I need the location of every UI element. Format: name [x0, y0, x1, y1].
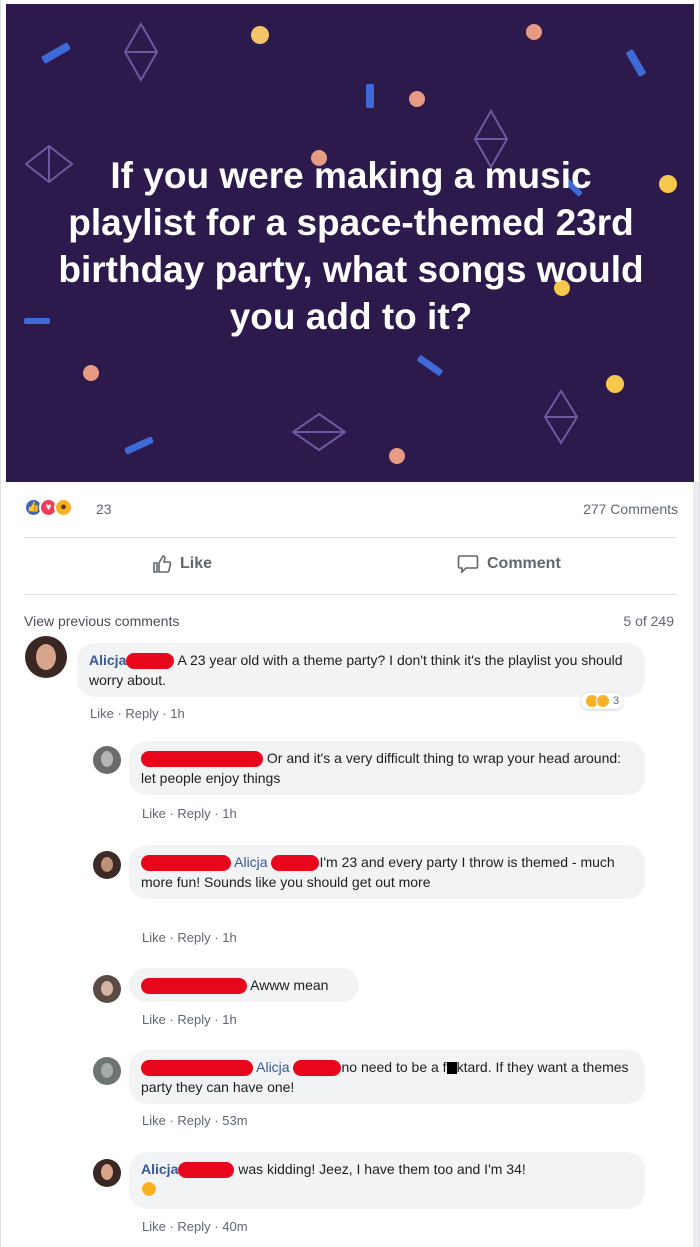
- comment-like-link[interactable]: Like: [90, 706, 114, 721]
- laughing-emoji-icon: [141, 1181, 157, 1197]
- comment-bubble: Alicja no need to be a f ktard. If they w…: [129, 1050, 645, 1104]
- comment-bubble: Alicja I'm 23 and every party I throw is…: [129, 845, 645, 899]
- comment-bubble: Alicja was kidding! Jeez, I have them to…: [129, 1152, 645, 1209]
- confetti-bar: [366, 84, 374, 108]
- redaction: [271, 855, 320, 872]
- confetti-dot: [606, 375, 624, 393]
- wow-icon: ●: [54, 498, 73, 517]
- reaction-badge[interactable]: 3: [581, 693, 624, 709]
- redaction: [141, 1060, 253, 1077]
- confetti-dot: [389, 448, 405, 464]
- avatar[interactable]: [25, 636, 67, 678]
- redaction: [293, 1060, 342, 1077]
- redaction: [178, 1162, 235, 1179]
- post-card: If you were making a music playlist for …: [0, 0, 700, 1247]
- avatar[interactable]: [93, 851, 121, 879]
- comment-actions: Like · Reply · 40m: [142, 1219, 248, 1234]
- comment-time[interactable]: 53m: [222, 1113, 247, 1128]
- redaction: [141, 855, 231, 872]
- comment-time[interactable]: 40m: [222, 1219, 247, 1234]
- comment-actions: Like · Reply · 1h: [142, 1012, 237, 1027]
- comment-reply-link[interactable]: Reply: [177, 1219, 210, 1234]
- redaction: [141, 751, 263, 768]
- comment-button-label: Comment: [487, 555, 561, 572]
- comment-actions: Like · Reply · 53m: [142, 1113, 248, 1128]
- comment-text: Awww mean: [250, 977, 329, 993]
- confetti-bar: [416, 354, 444, 377]
- confetti-diamond: [123, 22, 159, 82]
- confetti-dot: [83, 365, 99, 381]
- view-previous-comments-link[interactable]: View previous comments: [24, 613, 179, 629]
- comment-reply-link[interactable]: Reply: [177, 806, 210, 821]
- avatar[interactable]: [93, 975, 121, 1003]
- comment-bubble: Alicja A 23 year old with a theme party?…: [77, 643, 645, 697]
- comment-button[interactable]: Comment: [457, 554, 561, 574]
- mention-link[interactable]: Alicja: [256, 1059, 289, 1075]
- comment-author[interactable]: Alicja: [89, 652, 126, 668]
- reaction-count[interactable]: 23: [96, 501, 112, 517]
- censor-block: [446, 1062, 457, 1075]
- confetti-dot: [251, 26, 269, 44]
- confetti-dot: [526, 24, 542, 40]
- comment-time[interactable]: 1h: [170, 706, 184, 721]
- avatar[interactable]: [93, 1057, 121, 1085]
- comment-actions: Like · Reply · 1h: [90, 706, 185, 721]
- confetti-bar: [123, 435, 155, 456]
- divider: [24, 594, 676, 595]
- reaction-summary[interactable]: 👍 ♥ ● 23 277 Comments: [24, 497, 678, 521]
- comment-page-count: 5 of 249: [623, 613, 674, 629]
- comment-actions: Like · Reply · 1h: [142, 806, 237, 821]
- like-button-label: Like: [180, 555, 213, 572]
- comment-like-link[interactable]: Like: [142, 806, 166, 821]
- redaction: [126, 653, 175, 670]
- avatar[interactable]: [93, 1159, 121, 1187]
- haha-icon: [596, 694, 610, 708]
- scrollbar[interactable]: [693, 482, 699, 1247]
- comment-time[interactable]: 1h: [222, 1012, 236, 1027]
- confetti-bar: [41, 42, 71, 64]
- avatar[interactable]: [93, 746, 121, 774]
- comment-text: was kidding! Jeez, I have them too and I…: [238, 1161, 526, 1177]
- comment-reply-link[interactable]: Reply: [177, 930, 210, 945]
- comment-time[interactable]: 1h: [222, 930, 236, 945]
- thumbs-up-icon: [153, 555, 172, 573]
- comment-actions: Like · Reply · 1h: [142, 930, 237, 945]
- comment-reply-link[interactable]: Reply: [177, 1012, 210, 1027]
- comment-like-link[interactable]: Like: [142, 930, 166, 945]
- confetti-diamond: [291, 412, 347, 452]
- comment-bubble: Or and it's a very difficult thing to wr…: [129, 741, 645, 795]
- confetti-dot: [659, 175, 677, 193]
- comment-reply-link[interactable]: Reply: [125, 706, 158, 721]
- confetti-bar: [625, 48, 647, 78]
- comment-icon: [457, 555, 479, 574]
- confetti-diamond: [543, 389, 579, 445]
- confetti-dot: [409, 91, 425, 107]
- comment-like-link[interactable]: Like: [142, 1012, 166, 1027]
- mention-link[interactable]: Alicja: [234, 854, 267, 870]
- reaction-badge-count: 3: [613, 695, 620, 707]
- post-banner: If you were making a music playlist for …: [6, 4, 694, 482]
- comment-time[interactable]: 1h: [222, 806, 236, 821]
- comment-author[interactable]: Alicja: [141, 1161, 178, 1177]
- divider: [24, 537, 676, 538]
- comment-like-link[interactable]: Like: [142, 1219, 166, 1234]
- redaction: [141, 978, 247, 995]
- comment-text-part: no need to be a f: [341, 1059, 447, 1075]
- comment-bubble: Awww mean: [129, 968, 359, 1002]
- action-bar: Like Comment: [24, 540, 676, 592]
- post-question: If you were making a music playlist for …: [58, 155, 644, 337]
- comment-reply-link[interactable]: Reply: [177, 1113, 210, 1128]
- comments-count-link[interactable]: 277 Comments: [583, 501, 678, 517]
- comment-like-link[interactable]: Like: [142, 1113, 166, 1128]
- like-button[interactable]: Like: [152, 554, 212, 574]
